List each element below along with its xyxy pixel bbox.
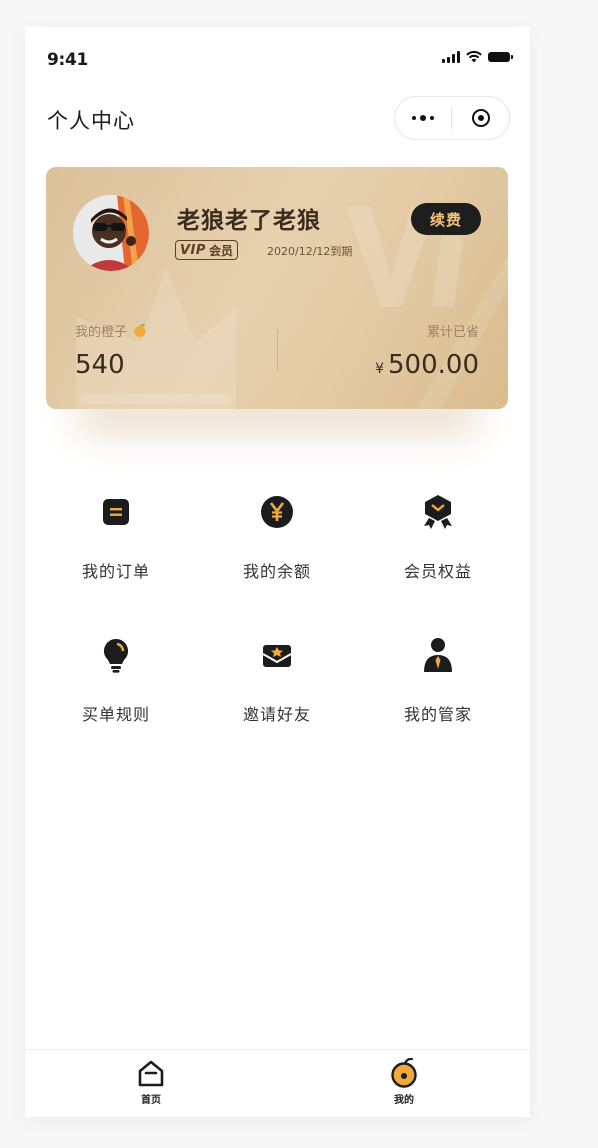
avatar-photo-icon bbox=[73, 195, 149, 271]
tab-home[interactable]: 首页 bbox=[121, 1058, 181, 1112]
member-badge-text: 会员 bbox=[208, 243, 233, 258]
status-bar: 9:41 bbox=[25, 27, 530, 93]
renew-button[interactable]: 续费 bbox=[411, 203, 481, 235]
vip-member-badge: VIP 会员 bbox=[175, 240, 238, 260]
medal-icon bbox=[418, 492, 458, 532]
vip-member-card[interactable]: 老狼老了老狼 VIP 会员 2020/12/12到期 续费 我的橙子 540 累… bbox=[46, 167, 508, 409]
signal-icon bbox=[442, 51, 460, 63]
total-saved-value[interactable]: ¥ 500.00 bbox=[375, 350, 479, 380]
more-dot-icon bbox=[430, 116, 434, 120]
grid-label: 会员权益 bbox=[403, 562, 472, 581]
grid-label: 我的余额 bbox=[242, 562, 311, 581]
battery-icon bbox=[488, 52, 513, 62]
mini-program-capsule bbox=[394, 96, 510, 140]
avatar[interactable] bbox=[73, 195, 149, 271]
user-name: 老狼老了老狼 bbox=[177, 208, 321, 234]
orange-fruit-icon bbox=[391, 1058, 417, 1088]
lightbulb-icon bbox=[96, 635, 136, 675]
grid-item-my-butler[interactable]: 我的管家 bbox=[358, 635, 518, 745]
oranges-label[interactable]: 我的橙子 bbox=[75, 321, 148, 340]
grid-item-payment-rules[interactable]: 买单规则 bbox=[36, 635, 196, 745]
butler-person-icon bbox=[418, 635, 458, 675]
orange-icon bbox=[134, 324, 146, 337]
wifi-icon bbox=[466, 51, 482, 63]
vip-badge-text: VIP bbox=[180, 242, 206, 258]
status-icons bbox=[442, 51, 513, 63]
navigation-bar: 个人中心 bbox=[25, 93, 530, 149]
close-target-icon bbox=[471, 109, 490, 127]
oranges-count[interactable]: 540 bbox=[75, 350, 125, 380]
tab-bar: 首页 我的 bbox=[25, 1049, 530, 1117]
expiry-date: 2020/12/12到期 bbox=[267, 245, 353, 258]
grid-item-member-benefits[interactable]: 会员权益 bbox=[358, 492, 518, 602]
more-dot-icon bbox=[420, 115, 426, 121]
order-icon bbox=[96, 492, 136, 532]
oranges-label-text: 我的橙子 bbox=[75, 325, 128, 340]
grid-item-my-balance[interactable]: 我的余额 bbox=[197, 492, 357, 602]
grid-label: 买单规则 bbox=[81, 705, 150, 724]
more-button[interactable] bbox=[395, 97, 451, 139]
yen-coin-icon bbox=[257, 492, 297, 532]
invite-envelope-icon bbox=[257, 635, 297, 675]
tab-label: 首页 bbox=[141, 1095, 161, 1106]
page-title: 个人中心 bbox=[47, 109, 135, 133]
saved-amount: 500.00 bbox=[388, 350, 479, 380]
more-dot-icon bbox=[412, 116, 416, 120]
tab-label: 我的 bbox=[394, 1095, 414, 1106]
close-button[interactable] bbox=[452, 97, 509, 139]
grid-label: 我的订单 bbox=[81, 562, 150, 581]
status-time: 9:41 bbox=[47, 50, 89, 70]
grid-label: 邀请好友 bbox=[242, 705, 311, 724]
grid-item-invite-friends[interactable]: 邀请好友 bbox=[197, 635, 357, 745]
grid-item-my-orders[interactable]: 我的订单 bbox=[36, 492, 196, 602]
stats-divider bbox=[277, 329, 278, 371]
grid-label: 我的管家 bbox=[403, 705, 472, 724]
home-icon bbox=[138, 1060, 164, 1087]
currency-symbol: ¥ bbox=[375, 361, 385, 377]
total-saved-label: 累计已省 bbox=[426, 325, 479, 340]
phone-screen: 9:41 个人中心 老狼老了老狼 VIP 会员 2020/12/12到期 续费 … bbox=[25, 27, 530, 1117]
tab-mine[interactable]: 我的 bbox=[374, 1058, 434, 1112]
